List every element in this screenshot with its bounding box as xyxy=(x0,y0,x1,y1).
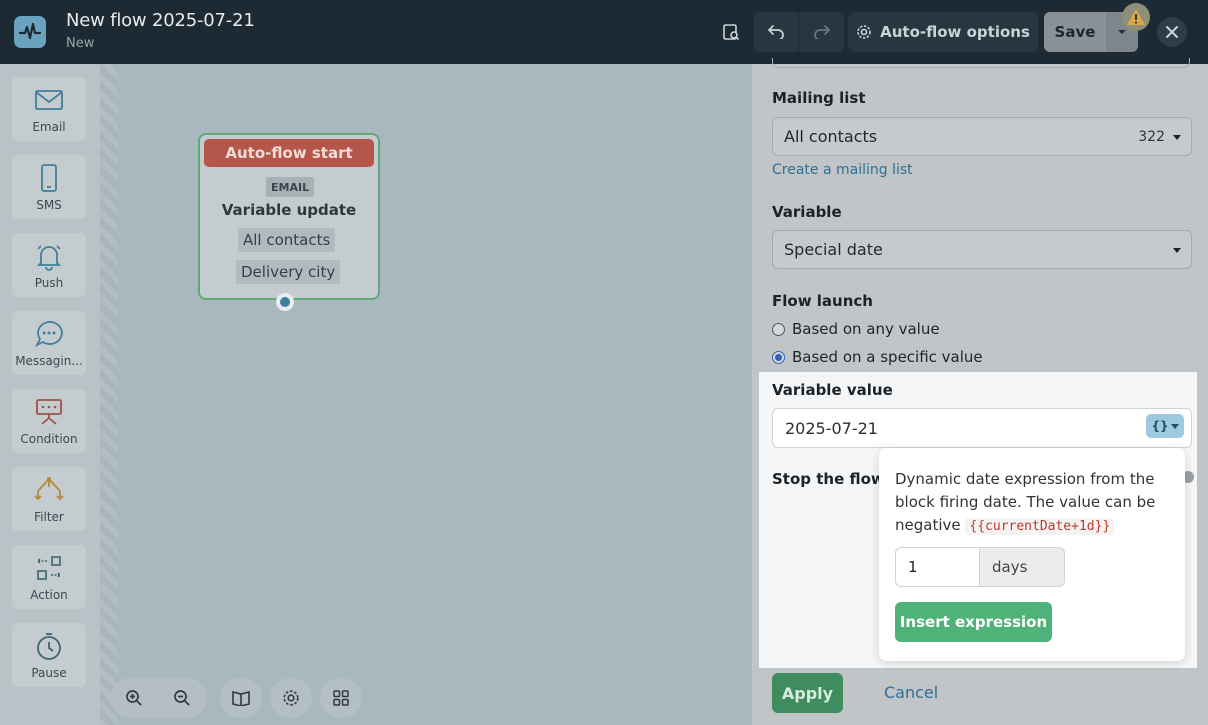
node-chip-mailing-list: All contacts xyxy=(238,228,336,252)
variable-select[interactable]: Special date xyxy=(772,230,1192,269)
braces-icon: {} xyxy=(1151,419,1169,433)
toolbox-item-pause[interactable]: Pause xyxy=(12,623,86,687)
toolbox-item-filter[interactable]: Filter xyxy=(12,467,86,531)
radio-any-value-label[interactable]: Based on any value xyxy=(792,320,940,338)
guide-icon[interactable] xyxy=(220,678,262,718)
toolbox-item-push[interactable]: Push xyxy=(12,233,86,297)
toolbox-item-label: SMS xyxy=(36,198,62,212)
flow-start-node[interactable]: Auto-flow start EMAIL Variable update Al… xyxy=(198,133,380,300)
gear-icon xyxy=(857,25,871,39)
expression-dropdown-button[interactable]: {} xyxy=(1146,414,1184,438)
toolbox-item-action[interactable]: Action xyxy=(12,545,86,609)
apply-button[interactable]: Apply xyxy=(772,673,843,713)
warning-icon[interactable] xyxy=(1122,3,1150,31)
toolbox-item-label: Pause xyxy=(31,666,67,680)
node-output-port[interactable] xyxy=(276,293,294,311)
node-chip-variable: Delivery city xyxy=(236,260,341,284)
auto-flow-options-label: Auto-flow options xyxy=(880,23,1030,41)
toolbox-item-label: Messagin... xyxy=(15,354,83,368)
close-button[interactable] xyxy=(1157,17,1187,47)
radio-specific-value-label[interactable]: Based on a specific value xyxy=(792,348,983,366)
undo-icon[interactable] xyxy=(754,12,798,52)
top-bar: New flow 2025-07-21 New Auto-flow option… xyxy=(0,0,1208,64)
variable-value: Special date xyxy=(784,240,883,259)
toolbox-item-label: Action xyxy=(30,588,68,602)
grid-view-icon[interactable] xyxy=(320,678,362,718)
canvas-settings-icon[interactable] xyxy=(270,678,312,718)
radio-any-value[interactable] xyxy=(772,323,785,336)
zoom-out-icon[interactable] xyxy=(158,678,206,718)
toolbox-item-messaging[interactable]: Messagin... xyxy=(12,311,86,375)
clock-icon xyxy=(37,633,61,660)
radio-specific-value[interactable] xyxy=(772,351,785,364)
node-header: Auto-flow start xyxy=(204,139,374,167)
condition-icon xyxy=(36,399,62,425)
mailing-list-label: Mailing list xyxy=(772,89,866,107)
zoom-controls xyxy=(110,678,207,718)
stop-flow-label: Stop the flow xyxy=(772,470,885,488)
toolbox-item-condition[interactable]: Condition xyxy=(12,389,86,453)
expression-example: {{currentDate+1d}} xyxy=(965,518,1115,535)
node-channel-badge: EMAIL xyxy=(266,177,315,197)
envelope-icon xyxy=(35,90,63,110)
toolbox-item-label: Filter xyxy=(34,510,64,524)
save-button[interactable]: Save xyxy=(1044,12,1106,52)
variable-value-text: 2025-07-21 xyxy=(785,418,878,438)
mailing-list-select[interactable]: All contacts 322 xyxy=(772,117,1192,156)
previous-field-edge xyxy=(772,58,1190,68)
flow-title[interactable]: New flow 2025-07-21 xyxy=(66,10,255,31)
chevron-down-icon xyxy=(1173,135,1181,140)
variable-label: Variable xyxy=(772,203,842,221)
popover-description: Dynamic date expression from the block f… xyxy=(895,468,1175,538)
mailing-list-count: 322 xyxy=(1138,128,1165,145)
toolbox-item-label: Push xyxy=(34,276,64,290)
create-mailing-list-link[interactable]: Create a mailing list xyxy=(772,162,913,178)
chevron-down-icon xyxy=(1170,423,1179,429)
variable-value-input[interactable]: 2025-07-21 xyxy=(772,408,1192,448)
zoom-in-icon[interactable] xyxy=(110,678,158,718)
insert-expression-button[interactable]: Insert expression xyxy=(895,602,1052,642)
toolbox-item-sms[interactable]: SMS xyxy=(12,155,86,219)
toolbox-item-label: Email xyxy=(32,120,66,134)
variable-value-label: Variable value xyxy=(772,381,893,399)
node-title: Variable update xyxy=(221,201,357,219)
flow-status: New xyxy=(66,36,95,51)
close-icon xyxy=(1166,26,1178,38)
chevron-down-icon xyxy=(1118,30,1126,34)
auto-flow-options-button[interactable]: Auto-flow options xyxy=(848,12,1038,52)
action-icon xyxy=(36,556,62,580)
toolbox-item-email[interactable]: Email xyxy=(12,77,86,141)
mailing-list-value: All contacts xyxy=(784,127,878,146)
date-expression-popover: Dynamic date expression from the block f… xyxy=(879,448,1185,661)
toolbox-item-label: Condition xyxy=(20,432,78,446)
chat-bubble-icon xyxy=(34,321,63,348)
canvas-edge xyxy=(100,64,118,725)
bell-icon xyxy=(36,245,62,271)
preview-icon[interactable] xyxy=(716,12,746,52)
phone-icon xyxy=(41,164,57,192)
days-amount-input[interactable]: 1 xyxy=(895,547,980,587)
days-unit-label: days xyxy=(979,547,1065,587)
app-logo[interactable] xyxy=(14,16,46,48)
history-group xyxy=(754,12,844,52)
redo-icon[interactable] xyxy=(799,12,844,52)
chevron-down-icon xyxy=(1173,248,1181,253)
cancel-button[interactable]: Cancel xyxy=(884,683,938,702)
flow-launch-label: Flow launch xyxy=(772,292,873,310)
filter-icon xyxy=(34,477,64,501)
